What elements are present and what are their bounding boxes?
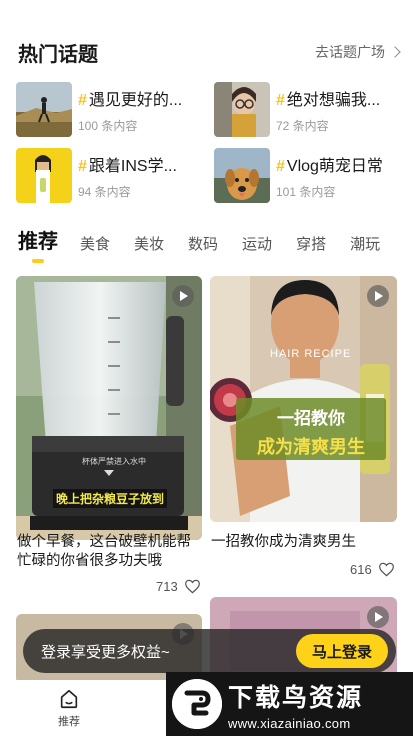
feed-card-blender[interactable]: 杯体严禁进入水中 晚上把杂粮豆子放到 bbox=[16, 276, 202, 540]
topic-title-text[interactable]: 绝对想骗我... bbox=[287, 92, 380, 109]
like-count-value: 713 bbox=[156, 579, 178, 594]
topic-item[interactable]: # 跟着INS学... 94 条内容 bbox=[16, 148, 214, 203]
like-count[interactable]: 713 bbox=[156, 579, 201, 594]
tab-digital[interactable]: 数码 bbox=[188, 233, 218, 254]
card-title[interactable]: 一招教你成为清爽男生 bbox=[211, 533, 397, 552]
tab-sports[interactable]: 运动 bbox=[242, 233, 272, 254]
home-icon[interactable] bbox=[58, 688, 80, 710]
watermark-banner: 下载鸟资源 www.xiazainiao.com bbox=[166, 672, 413, 736]
topic-title[interactable]: # Vlog萌宠日常 bbox=[276, 152, 383, 176]
chevron-right-icon[interactable] bbox=[389, 46, 401, 58]
topic-title[interactable]: # 遇见更好的... bbox=[78, 86, 182, 110]
like-count[interactable]: 616 bbox=[350, 562, 395, 577]
topic-thumbnail[interactable] bbox=[214, 148, 270, 203]
nav-label[interactable]: 推荐 bbox=[58, 713, 80, 729]
login-prompt-bar: 登录享受更多权益~ 马上登录 bbox=[23, 629, 396, 673]
topic-item[interactable]: # Vlog萌宠日常 101 条内容 bbox=[214, 148, 402, 203]
tab-makeup[interactable]: 美妆 bbox=[134, 233, 164, 254]
watermark-url: www.xiazainiao.com bbox=[228, 715, 351, 731]
topic-count: 100 条内容 bbox=[78, 118, 138, 133]
blender-hint-text: 杯体严禁进入水中 bbox=[82, 457, 146, 466]
topic-thumbnail[interactable] bbox=[16, 82, 72, 137]
like-count-value: 616 bbox=[350, 562, 372, 577]
feed-card-hair-recipe[interactable]: HAIR RECIPE 一招教你 成为清爽男生 bbox=[210, 276, 397, 522]
tab-recommend[interactable]: 推荐 bbox=[18, 225, 58, 254]
topics-header: 热门话题 去话题广场 bbox=[18, 38, 401, 66]
tab-food[interactable]: 美食 bbox=[80, 233, 110, 254]
topic-square-link[interactable]: 去话题广场 bbox=[315, 42, 401, 62]
login-prompt-text: 登录享受更多权益~ bbox=[41, 643, 170, 661]
play-icon[interactable] bbox=[367, 285, 389, 307]
overlay-banner: 一招教你 成为清爽男生 bbox=[236, 398, 386, 460]
topic-title[interactable]: # 跟着INS学... bbox=[78, 152, 177, 176]
heart-icon[interactable] bbox=[378, 562, 395, 577]
hash-icon: # bbox=[78, 91, 87, 109]
topic-thumbnail[interactable] bbox=[214, 82, 270, 137]
overlay-line-2: 成为清爽男生 bbox=[257, 437, 365, 457]
bird-logo-icon bbox=[172, 679, 222, 729]
hash-icon: # bbox=[276, 91, 285, 109]
watermark-title: 下载鸟资源 bbox=[228, 683, 364, 712]
hash-icon: # bbox=[78, 157, 87, 175]
topic-item[interactable]: # 绝对想骗我... 72 条内容 bbox=[214, 82, 402, 137]
topic-count: 94 条内容 bbox=[78, 184, 131, 199]
card-title[interactable]: 做个早餐，这台破壁机能帮忙碌的你省很多功夫哦 bbox=[17, 533, 203, 571]
play-icon[interactable] bbox=[172, 285, 194, 307]
nav-item-recommend[interactable]: 推荐 bbox=[52, 688, 86, 729]
category-tabs: 推荐 美食 美妆 数码 运动 穿搭 潮玩 bbox=[18, 228, 404, 254]
heart-icon[interactable] bbox=[184, 579, 201, 594]
topic-thumbnail[interactable] bbox=[16, 148, 72, 203]
video-subtitle: 晚上把杂粮豆子放到 bbox=[53, 489, 168, 508]
hash-icon: # bbox=[276, 157, 285, 175]
tab-outfit[interactable]: 穿搭 bbox=[296, 233, 326, 254]
play-icon[interactable] bbox=[367, 606, 389, 628]
topic-square-label[interactable]: 去话题广场 bbox=[315, 42, 385, 62]
topic-grid: # 遇见更好的... 100 条内容 # 绝对想骗我... 72 条内容 # 跟… bbox=[16, 82, 402, 203]
overlay-line-1: 一招教你 bbox=[277, 409, 345, 428]
login-button[interactable]: 马上登录 bbox=[295, 634, 388, 668]
hot-topics-title: 热门话题 bbox=[18, 43, 98, 66]
overlay-brand: HAIR RECIPE bbox=[270, 348, 352, 360]
topic-count: 101 条内容 bbox=[276, 184, 336, 199]
topic-title-text[interactable]: Vlog萌宠日常 bbox=[287, 158, 383, 175]
topic-title-text[interactable]: 遇见更好的... bbox=[89, 92, 182, 109]
tab-trendy-toys[interactable]: 潮玩 bbox=[350, 233, 380, 254]
topic-title-text[interactable]: 跟着INS学... bbox=[89, 158, 177, 175]
topic-title[interactable]: # 绝对想骗我... bbox=[276, 86, 380, 110]
topic-count: 72 条内容 bbox=[276, 118, 329, 133]
topic-item[interactable]: # 遇见更好的... 100 条内容 bbox=[16, 82, 214, 137]
active-tab-indicator bbox=[32, 259, 44, 263]
